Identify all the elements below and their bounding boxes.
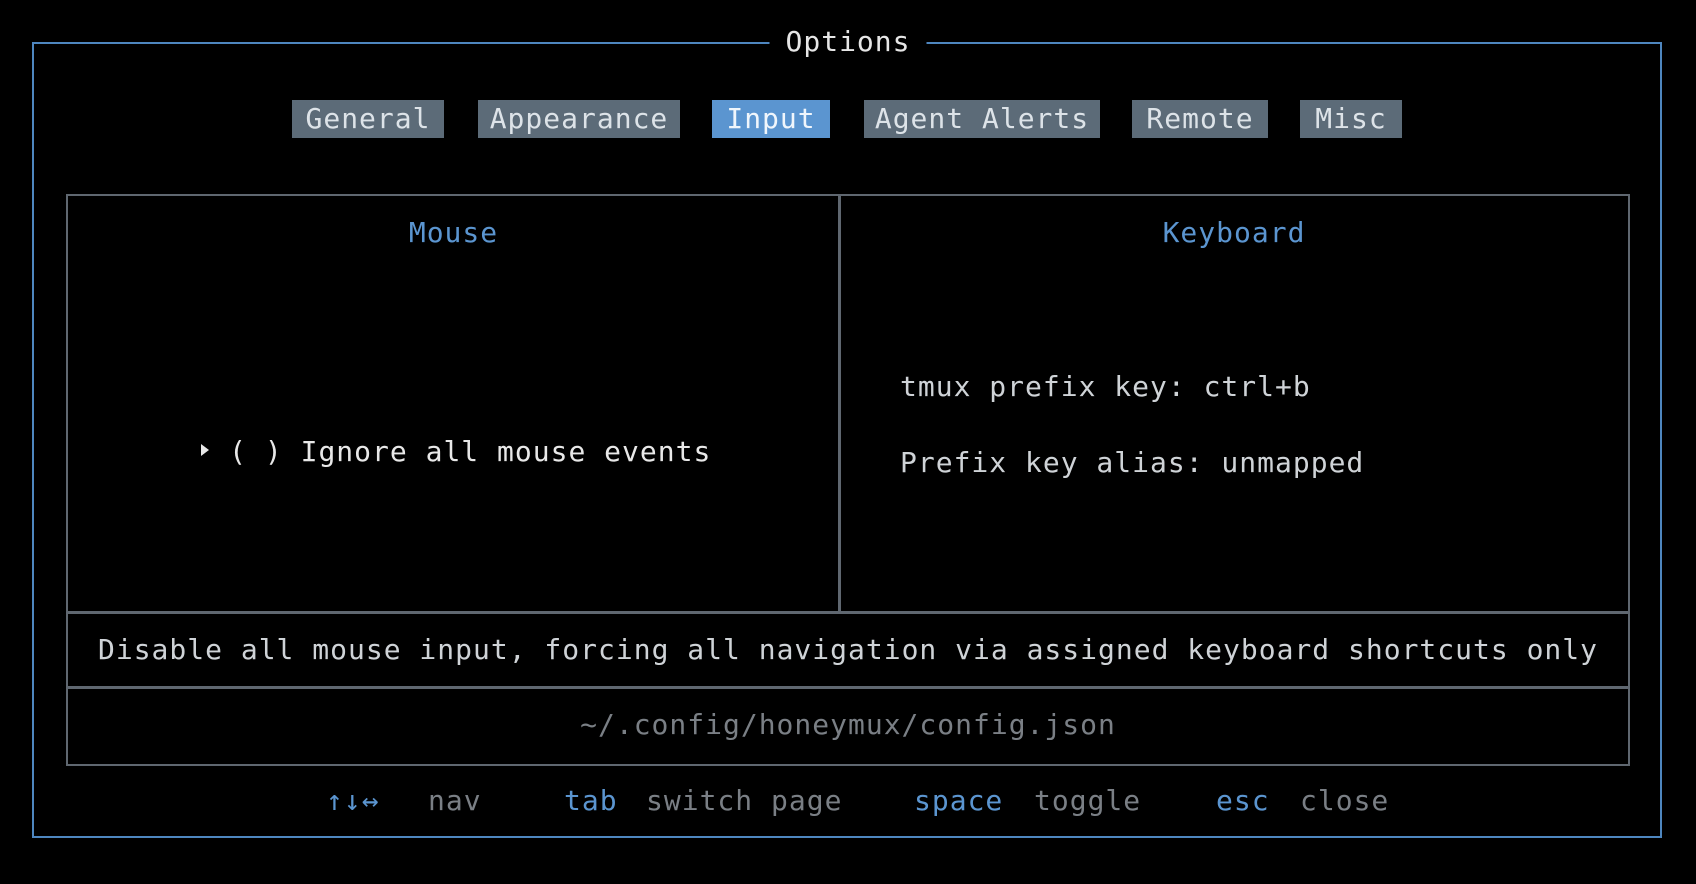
toggle-hint-label: toggle bbox=[1034, 784, 1142, 817]
options-screen: Options General Appearance Input Agent A… bbox=[0, 0, 1696, 884]
esc-key-hint: esc bbox=[1216, 784, 1270, 817]
switch-page-hint-label: switch page bbox=[646, 784, 843, 817]
keybinding-hints: ↑↓↔ nav tab switch page space toggle esc… bbox=[0, 784, 1696, 820]
mouse-panel: Mouse ( ) Ignore all mouse events bbox=[66, 194, 841, 614]
keyboard-heading: Keyboard bbox=[1162, 216, 1306, 249]
config-path-panel: ~/.config/honeymux/config.json bbox=[66, 686, 1630, 766]
ignore-mouse-label: Ignore all mouse events bbox=[300, 435, 712, 468]
tab-agent-alerts[interactable]: Agent Alerts bbox=[864, 100, 1100, 138]
option-description: Disable all mouse input, forcing all nav… bbox=[97, 633, 1599, 666]
tab-input[interactable]: Input bbox=[712, 100, 830, 138]
tmux-prefix-key-setting[interactable]: tmux prefix key: ctrl+b bbox=[900, 370, 1311, 403]
close-hint-label: close bbox=[1300, 784, 1390, 817]
mouse-heading: Mouse bbox=[408, 216, 499, 249]
tab-bar: General Appearance Input Agent Alerts Re… bbox=[0, 100, 1696, 138]
tab-appearance[interactable]: Appearance bbox=[478, 100, 680, 138]
tab-key-hint: tab bbox=[564, 784, 618, 817]
tab-misc[interactable]: Misc bbox=[1300, 100, 1402, 138]
space-key-hint: space bbox=[914, 784, 1004, 817]
tab-remote[interactable]: Remote bbox=[1132, 100, 1268, 138]
tab-general[interactable]: General bbox=[292, 100, 444, 138]
ignore-mouse-checkbox[interactable]: ( ) bbox=[229, 435, 283, 468]
nav-hint-label: nav bbox=[428, 784, 482, 817]
dialog-title: Options bbox=[769, 24, 927, 60]
keyboard-panel: Keyboard tmux prefix key: ctrl+b Prefix … bbox=[838, 194, 1630, 614]
nav-arrows-icon: ↑↓↔ bbox=[326, 784, 380, 817]
selection-pointer-icon bbox=[201, 444, 210, 456]
config-path: ~/.config/honeymux/config.json bbox=[580, 708, 1116, 741]
ignore-mouse-option[interactable]: ( ) Ignore all mouse events bbox=[94, 402, 711, 501]
description-panel: Disable all mouse input, forcing all nav… bbox=[66, 611, 1630, 689]
prefix-key-alias-setting[interactable]: Prefix key alias: unmapped bbox=[900, 446, 1364, 479]
